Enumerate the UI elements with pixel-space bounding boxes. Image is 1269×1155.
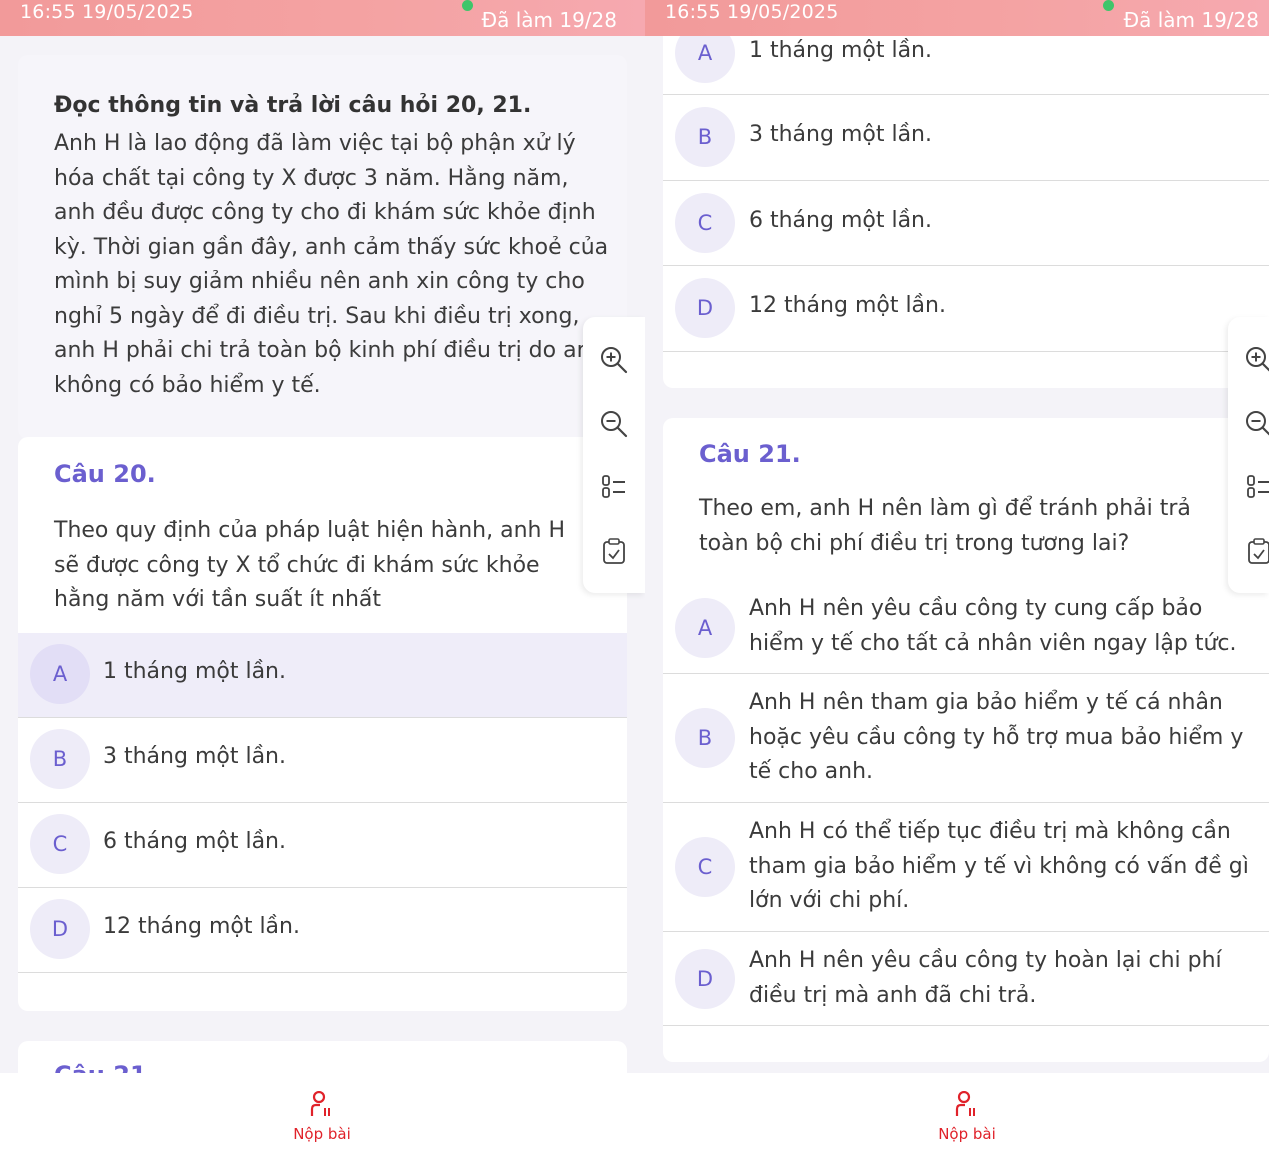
option-letter: D — [675, 278, 735, 338]
status-bar: 16:55 19/05/2025 Đã làm 19/28 — [0, 0, 645, 36]
option-letter: C — [675, 193, 735, 253]
option-letter: B — [30, 729, 90, 789]
question-21-card: Câu 21. Theo em, anh H nên làm gì để trá… — [663, 418, 1269, 1062]
option-text: Anh H có thể tiếp tục điều trị mà không … — [749, 819, 1249, 913]
passage-text: Anh H là lao động đã làm việc tại bộ phậ… — [54, 131, 609, 398]
answer-list-icon[interactable] — [1244, 472, 1269, 502]
zoom-in-icon[interactable] — [1244, 345, 1269, 375]
option-text: 12 tháng một lần. — [103, 914, 300, 939]
question-20-options-card: A 1 tháng một lần. B 3 tháng một lần. C … — [663, 0, 1269, 388]
zoom-in-icon[interactable] — [599, 345, 629, 375]
status-time: 16:55 19/05/2025 — [20, 1, 194, 23]
option-c[interactable]: C 6 tháng một lần. — [663, 181, 1269, 266]
option-text: Anh H nên yêu cầu công ty cung cấp bảo h… — [749, 596, 1237, 656]
option-letter: C — [675, 837, 735, 897]
option-b[interactable]: B 3 tháng một lần. — [18, 718, 627, 803]
option-letter: D — [675, 949, 735, 1009]
question-20-card: Câu 20. Theo quy định của pháp luật hiện… — [18, 437, 627, 1011]
status-indicator-dot — [462, 0, 473, 11]
option-text: Anh H nên tham gia bảo hiểm y tế cá nhân… — [749, 690, 1244, 784]
option-a[interactable]: A Anh H nên yêu cầu công ty cung cấp bảo… — [663, 590, 1269, 674]
submit-label: Nộp bài — [938, 1125, 996, 1143]
submit-person-icon — [955, 1090, 975, 1116]
option-d[interactable]: D Anh H nên yêu cầu công ty hoàn lại chi… — [663, 932, 1269, 1026]
tool-panel — [583, 317, 645, 593]
submit-button[interactable]: Nộp bài — [927, 1090, 1007, 1143]
passage-card: Đọc thông tin và trả lời câu hỏi 20, 21.… — [18, 55, 627, 440]
option-d[interactable]: D 12 tháng một lần. — [663, 266, 1269, 352]
submit-label: Nộp bài — [293, 1125, 351, 1143]
option-letter: B — [675, 107, 735, 167]
clipboard-check-icon[interactable] — [599, 536, 629, 566]
progress-counter: Đã làm 19/28 — [1123, 8, 1259, 32]
option-letter: D — [30, 899, 90, 959]
option-letter: A — [30, 644, 90, 704]
option-a[interactable]: A 1 tháng một lần. — [18, 633, 627, 718]
option-letter: C — [30, 814, 90, 874]
bottom-bar: Nộp bài — [645, 1073, 1269, 1155]
tool-panel — [1228, 317, 1269, 593]
left-screen: 16:55 19/05/2025 Đã làm 19/28 Đọc thông … — [0, 0, 645, 1155]
option-text: 1 tháng một lần. — [103, 659, 286, 684]
zoom-out-icon[interactable] — [599, 409, 629, 439]
option-c[interactable]: C 6 tháng một lần. — [18, 803, 627, 888]
question-title: Câu 20. — [54, 460, 156, 488]
question-text: Theo quy định của pháp luật hiện hành, a… — [54, 518, 565, 612]
option-text: 3 tháng một lần. — [749, 122, 932, 147]
clipboard-check-icon[interactable] — [1244, 536, 1269, 566]
bottom-bar: Nộp bài — [0, 1073, 645, 1155]
option-letter: A — [675, 598, 735, 658]
progress-counter: Đã làm 19/28 — [481, 8, 617, 32]
option-text: 6 tháng một lần. — [103, 829, 286, 854]
option-text: 1 tháng một lần. — [749, 38, 932, 63]
question-text: Theo em, anh H nên làm gì để tránh phải … — [699, 496, 1191, 556]
submit-button[interactable]: Nộp bài — [282, 1090, 362, 1143]
option-d[interactable]: D 12 tháng một lần. — [18, 888, 627, 973]
option-text: Anh H nên yêu cầu công ty hoàn lại chi p… — [749, 948, 1222, 1008]
submit-person-icon — [310, 1090, 330, 1116]
option-text: 3 tháng một lần. — [103, 744, 286, 769]
answer-list-icon[interactable] — [599, 472, 629, 502]
option-text: 6 tháng một lần. — [749, 208, 932, 233]
passage-title: Đọc thông tin và trả lời câu hỏi 20, 21. — [54, 93, 532, 118]
status-indicator-dot — [1103, 0, 1114, 11]
status-time: 16:55 19/05/2025 — [665, 1, 839, 23]
option-letter: B — [675, 708, 735, 768]
option-c[interactable]: C Anh H có thể tiếp tục điều trị mà khôn… — [663, 803, 1269, 932]
option-b[interactable]: B Anh H nên tham gia bảo hiểm y tế cá nh… — [663, 674, 1269, 803]
option-b[interactable]: B 3 tháng một lần. — [663, 95, 1269, 181]
option-text: 12 tháng một lần. — [749, 293, 946, 318]
right-screen: A 1 tháng một lần. B 3 tháng một lần. C … — [645, 0, 1269, 1155]
question-title: Câu 21. — [699, 440, 801, 468]
status-bar: 16:55 19/05/2025 Đã làm 19/28 — [645, 0, 1269, 36]
zoom-out-icon[interactable] — [1244, 409, 1269, 439]
